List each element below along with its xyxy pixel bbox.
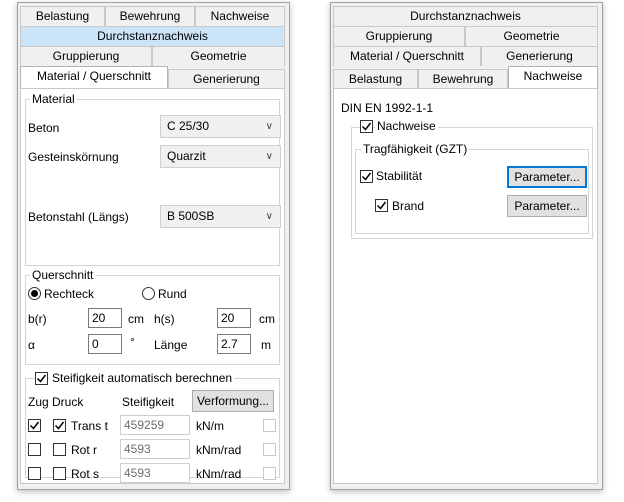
betonstahl-select[interactable]: B 500SB ∨ [160, 205, 281, 228]
norm-label: DIN EN 1992-1-1 [341, 101, 434, 115]
tab-belastung[interactable]: Belastung [333, 69, 418, 89]
rot-s-label: Rot s [71, 467, 100, 481]
beton-label: Beton [28, 121, 60, 135]
chevron-down-icon: ∨ [265, 151, 273, 162]
rot-r-label: Rot r [71, 443, 98, 457]
checkmark-icon [376, 201, 387, 210]
trans-t-unit: kN/m [196, 419, 224, 433]
checkmark-icon [54, 421, 65, 430]
h-input[interactable]: 20 [217, 308, 251, 328]
rechteck-radio[interactable] [28, 287, 41, 300]
tab-gruppierung[interactable]: Gruppierung [20, 46, 152, 66]
alpha-input[interactable]: 0 [88, 334, 122, 354]
trans-t-extra-checkbox [263, 419, 276, 432]
betonstahl-label: Betonstahl (Längs) [28, 210, 129, 224]
tab-belastung[interactable]: Belastung [20, 6, 105, 26]
druck-checkbox-trans-t[interactable] [53, 419, 66, 432]
tab-generierung[interactable]: Generierung [168, 69, 285, 89]
laenge-unit: m [261, 338, 271, 352]
beton-select[interactable]: C 25/30 ∨ [160, 115, 281, 138]
rot-s-extra-checkbox [263, 467, 276, 480]
radio-dot [31, 290, 38, 297]
gzt-group [355, 149, 589, 234]
rund-label[interactable]: Rund [158, 287, 187, 301]
nachweise-checkbox[interactable] [360, 120, 373, 133]
rechteck-label[interactable]: Rechteck [44, 287, 94, 301]
gesteinskoernung-select[interactable]: Quarzit ∨ [160, 145, 281, 168]
tab-material-querschnitt[interactable]: Material / Querschnitt [20, 66, 168, 88]
steifigkeit-header: Steifigkeit [122, 395, 175, 409]
tab-geometrie[interactable]: Geometrie [465, 26, 598, 46]
nachweise-legend[interactable]: Nachweise [375, 119, 438, 133]
alpha-unit: ° [130, 335, 135, 349]
left-panel: Belastung Bewehrung Nachweise Durchstanz… [17, 2, 290, 490]
brand-parameter-button[interactable]: Parameter... [507, 195, 587, 217]
chevron-down-icon: ∨ [265, 211, 273, 222]
right-panel: Durchstanznachweis Gruppierung Geometrie… [330, 2, 603, 490]
tab-nachweise[interactable]: Nachweise [195, 6, 285, 26]
stabilitaet-parameter-button[interactable]: Parameter... [507, 166, 587, 188]
b-unit: cm [128, 312, 144, 326]
gzt-legend: Tragfähigkeit (GZT) [361, 142, 470, 156]
druck-checkbox-rot-r[interactable] [53, 443, 66, 456]
druck-checkbox-rot-s[interactable] [53, 467, 66, 480]
checkmark-icon [361, 122, 372, 131]
laenge-input[interactable]: 2.7 [217, 334, 251, 354]
rot-r-unit: kNm/rad [196, 443, 242, 457]
querschnitt-legend: Querschnitt [30, 268, 96, 282]
tab-geometrie[interactable]: Geometrie [152, 46, 285, 66]
h-unit: cm [259, 312, 275, 326]
rund-radio[interactable] [142, 287, 155, 300]
verformung-button[interactable]: Verformung... [192, 390, 274, 412]
tab-content-material-querschnitt: Material Beton C 25/30 ∨ Gesteinskörnung… [20, 88, 285, 484]
beton-value: C 25/30 [167, 119, 210, 133]
tab-content-nachweise: DIN EN 1992-1-1 Nachweise Tragfähigkeit … [333, 88, 598, 484]
zug-checkbox-rot-s[interactable] [28, 467, 41, 480]
rot-r-extra-checkbox [263, 443, 276, 456]
b-input[interactable]: 20 [88, 308, 122, 328]
rot-s-unit: kNm/rad [196, 467, 242, 481]
gesteinskoernung-label: Gesteinskörnung [28, 150, 119, 164]
tab-material-querschnitt[interactable]: Material / Querschnitt [333, 46, 481, 66]
checkmark-icon [361, 172, 372, 181]
h-label: h(s) [154, 312, 175, 326]
rot-r-stiffness-input: 4593 [120, 439, 190, 459]
checkmark-icon [29, 421, 40, 430]
stabilitaet-label[interactable]: Stabilität [376, 169, 422, 183]
steifigkeit-legend[interactable]: Steifigkeit automatisch berechnen [50, 371, 235, 385]
tab-durchstanznachweis[interactable]: Durchstanznachweis [20, 26, 285, 46]
tab-bewehrung[interactable]: Bewehrung [105, 6, 195, 26]
brand-label[interactable]: Brand [392, 199, 424, 213]
stabilitaet-checkbox[interactable] [360, 170, 373, 183]
zug-druck-header: Zug Druck [28, 395, 84, 409]
b-label: b(r) [28, 312, 47, 326]
tab-generierung[interactable]: Generierung [481, 46, 598, 66]
checkmark-icon [36, 374, 47, 383]
zug-checkbox-rot-r[interactable] [28, 443, 41, 456]
rot-s-stiffness-input: 4593 [120, 463, 190, 483]
gesteinskoernung-value: Quarzit [167, 149, 206, 163]
tab-gruppierung[interactable]: Gruppierung [333, 26, 465, 46]
chevron-down-icon: ∨ [265, 121, 273, 132]
laenge-label: Länge [154, 338, 188, 352]
material-legend: Material [30, 92, 77, 106]
zug-checkbox-trans-t[interactable] [28, 419, 41, 432]
tab-bewehrung[interactable]: Bewehrung [418, 69, 508, 89]
trans-t-stiffness-input: 459259 [120, 415, 190, 435]
steifigkeit-checkbox[interactable] [35, 372, 48, 385]
tab-nachweise[interactable]: Nachweise [508, 66, 598, 88]
brand-checkbox[interactable] [375, 199, 388, 212]
trans-t-label: Trans t [71, 419, 108, 433]
tab-durchstanznachweis[interactable]: Durchstanznachweis [333, 6, 598, 26]
betonstahl-value: B 500SB [167, 209, 215, 223]
alpha-label: α [28, 338, 35, 352]
